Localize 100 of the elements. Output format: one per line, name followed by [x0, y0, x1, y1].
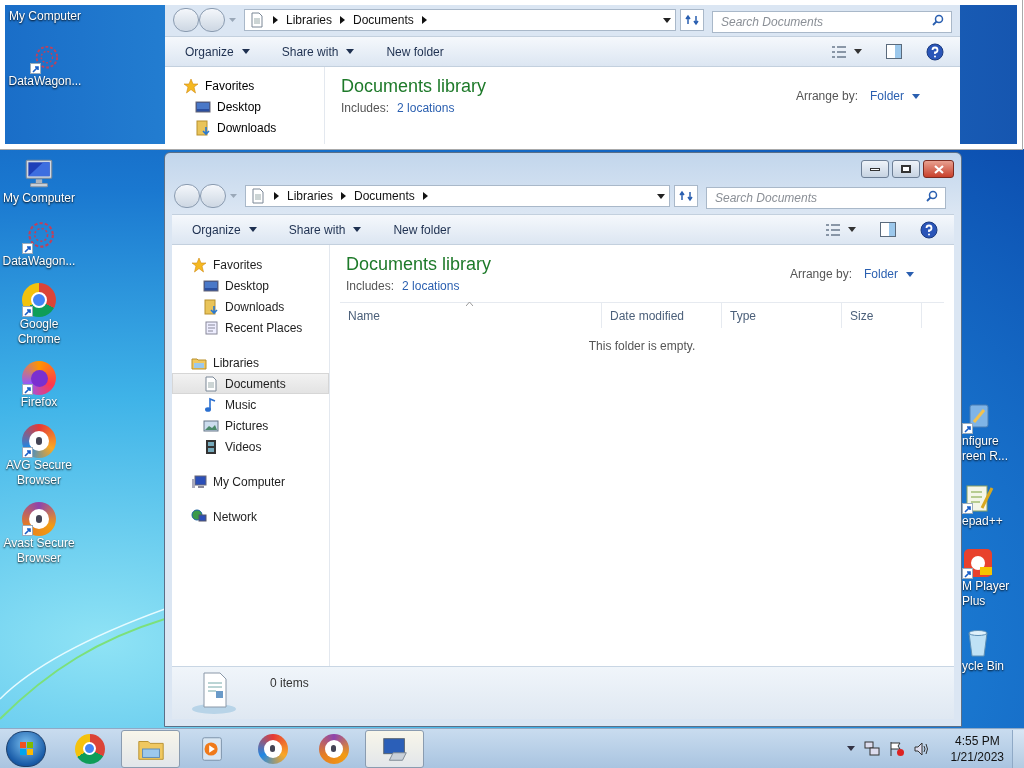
library-title: Documents library — [341, 75, 487, 97]
navigation-item[interactable]: Pictures — [172, 415, 329, 436]
arrange-by-label: Arrange by: — [795, 88, 858, 105]
desktop-icon-label[interactable]: epad++ — [962, 514, 1003, 529]
breadcrumb-item[interactable]: Documents — [354, 187, 415, 205]
caret-icon — [663, 17, 671, 23]
desktop-icon — [195, 98, 211, 115]
taskbar-button[interactable] — [365, 729, 424, 768]
minimize-button[interactable] — [861, 160, 889, 178]
includes-label: Includes: — [341, 100, 390, 117]
column-header[interactable]: Name — [340, 303, 602, 328]
recent-pages-caret-icon — [230, 194, 237, 198]
start-button[interactable] — [6, 730, 46, 767]
toolbar-button[interactable]: New folder — [378, 39, 452, 64]
search-icon — [932, 14, 944, 26]
star-icon — [183, 77, 199, 94]
toolbar-button[interactable]: New folder — [385, 217, 459, 242]
toolbar-button[interactable]: Share with — [280, 217, 370, 242]
recent-places-icon — [203, 319, 219, 336]
downloads-folder-icon — [195, 119, 211, 136]
notepad-icon — [962, 482, 994, 514]
search-field[interactable]: Search Documents — [712, 11, 952, 33]
navigation-item[interactable]: Desktop — [165, 96, 324, 117]
picture-icon — [203, 417, 219, 434]
breadcrumb-arrow-icon — [422, 192, 428, 200]
refresh-button[interactable] — [680, 9, 704, 31]
desktop-icon-label[interactable]: M Player — [962, 579, 1010, 594]
library-document-icon — [190, 671, 238, 715]
computer-icon — [191, 473, 207, 490]
navigation-item[interactable]: Documents — [172, 373, 329, 394]
recent-pages-caret-icon — [229, 18, 236, 22]
volume-icon[interactable] — [913, 740, 930, 757]
navigation-item[interactable]: Downloads — [172, 296, 329, 317]
toolbar-button[interactable]: Organize — [184, 217, 265, 242]
address-bar[interactable]: Libraries Documents — [244, 9, 676, 31]
desktop-icon-label[interactable]: My Computer — [9, 9, 81, 24]
navigation-item[interactable]: Favorites — [172, 254, 329, 275]
desktop-icon-label[interactable]: DataWagon... — [2, 254, 76, 269]
navigation-item[interactable]: Libraries — [172, 352, 329, 373]
breadcrumb-item[interactable]: Libraries — [287, 187, 334, 205]
column-header[interactable]: Type — [722, 303, 842, 328]
clock[interactable]: 4:55 PM 1/21/2023 — [950, 732, 1004, 765]
maximize-button[interactable] — [892, 160, 920, 178]
desktop-icon-label[interactable]: ycle Bin — [962, 659, 1005, 674]
network-icon — [191, 508, 207, 525]
breadcrumb-arrow-icon — [340, 16, 346, 24]
item-count: 0 items — [270, 675, 309, 692]
desktop-icon — [203, 277, 219, 294]
network-icon[interactable] — [863, 740, 880, 757]
close-button[interactable] — [923, 160, 954, 178]
desktop-icon-label[interactable]: reen R... — [962, 449, 1009, 464]
toolbar-button[interactable]: Organize — [177, 39, 258, 64]
navigation-item[interactable]: Videos — [172, 436, 329, 457]
help-icon[interactable] — [926, 42, 944, 61]
locations-link[interactable]: 2 locations — [402, 277, 460, 295]
navigation-item[interactable]: Music — [172, 394, 329, 415]
preview-pane-icon[interactable] — [880, 222, 896, 237]
breadcrumb-arrow-icon — [274, 192, 279, 200]
refresh-icon — [679, 190, 693, 202]
caret-icon — [846, 746, 855, 751]
preview-pane-icon[interactable] — [886, 44, 902, 59]
shortcut-icon — [22, 220, 56, 254]
arrange-by-dropdown[interactable]: Folder — [870, 87, 920, 105]
desktop-icon-label[interactable]: Plus — [962, 594, 986, 609]
breadcrumb-item[interactable]: Libraries — [286, 11, 333, 29]
navigation-item[interactable]: Network — [172, 506, 329, 527]
navigation-item[interactable]: Recent Places — [172, 317, 329, 338]
address-bar[interactable]: Libraries Documents — [245, 185, 670, 207]
navigation-item[interactable]: Favorites — [165, 75, 324, 96]
desktop-icon-label[interactable]: DataWagon... — [8, 74, 82, 89]
navigation-item[interactable]: My Computer — [172, 471, 329, 492]
caret-icon — [912, 93, 920, 99]
caret-icon — [657, 193, 665, 199]
document-icon — [250, 188, 266, 204]
breadcrumb-arrow-icon — [341, 192, 347, 200]
refresh-button[interactable] — [674, 185, 698, 207]
navigation-item[interactable]: Desktop — [172, 275, 329, 296]
help-icon[interactable] — [920, 220, 938, 239]
navigation-item[interactable]: Downloads — [165, 117, 324, 138]
desktop-icon-label[interactable]: My Computer — [3, 191, 75, 206]
library-title: Documents library — [346, 253, 492, 275]
locations-link[interactable]: 2 locations — [397, 99, 455, 117]
player-icon — [962, 547, 994, 579]
breadcrumb-item[interactable]: Documents — [353, 11, 414, 29]
film-icon — [203, 438, 219, 455]
document-icon — [249, 12, 265, 28]
arrange-by-dropdown[interactable]: Folder — [864, 265, 914, 283]
column-header[interactable]: Size — [842, 303, 922, 328]
column-header[interactable]: Date modified — [602, 303, 722, 328]
toolbar-button[interactable]: Share with — [273, 39, 363, 64]
caret-icon — [248, 227, 257, 232]
browser-icon — [318, 733, 349, 764]
desktop-icon-label[interactable]: nfigure — [962, 434, 999, 449]
caret-icon — [346, 49, 355, 54]
search-field[interactable]: Search Documents — [706, 187, 946, 209]
taskbar-button[interactable] — [121, 729, 180, 768]
flag-icon[interactable] — [888, 740, 905, 757]
includes-label: Includes: — [346, 278, 395, 295]
breadcrumb-arrow-icon — [273, 16, 278, 24]
browser-icon — [74, 733, 105, 764]
